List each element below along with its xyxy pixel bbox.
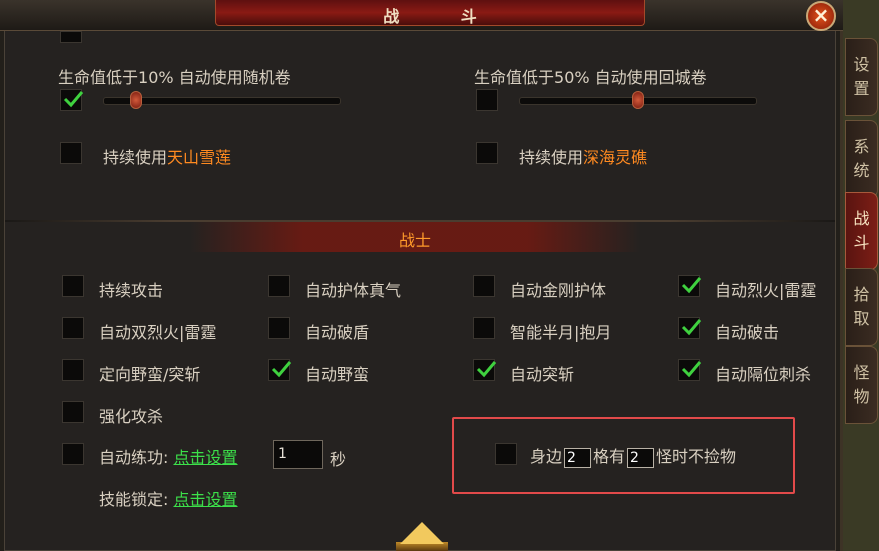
no-pickup-monster-count-input[interactable]: 2 bbox=[627, 447, 655, 468]
slider-knob[interactable] bbox=[632, 91, 644, 109]
warrior-option-checkbox[interactable] bbox=[268, 275, 290, 297]
warrior-option-label: 自动突斩 bbox=[510, 365, 575, 384]
checkmark-icon bbox=[681, 277, 702, 294]
side-tab-label: 拾取 bbox=[853, 285, 870, 328]
side-tab[interactable]: 怪物 bbox=[845, 346, 878, 424]
side-tab[interactable]: 战斗 bbox=[845, 192, 878, 270]
no-pickup-label: 身边 2 格有 2 怪时不捡物 bbox=[530, 447, 737, 468]
warrior-option-checkbox[interactable] bbox=[678, 359, 702, 381]
warrior-option-checkbox[interactable] bbox=[678, 275, 702, 297]
side-tab[interactable]: 拾取 bbox=[845, 268, 878, 346]
hp-return-checkbox[interactable] bbox=[476, 89, 498, 111]
practice-interval-input[interactable]: 1 bbox=[273, 440, 323, 469]
slider-knob[interactable] bbox=[129, 91, 142, 109]
checkmark-icon bbox=[681, 319, 702, 336]
warrior-section-banner: 战士 bbox=[190, 222, 640, 252]
warrior-option-checkbox[interactable] bbox=[473, 275, 495, 297]
warrior-option-label: 持续攻击 bbox=[99, 281, 164, 300]
sea-reishi-label: 持续使用深海灵礁 bbox=[519, 148, 648, 167]
skill-lock-link[interactable]: 点击设置 bbox=[173, 490, 237, 509]
title-banner: 战 斗 bbox=[215, 0, 645, 26]
warrior-option-checkbox[interactable] bbox=[268, 359, 292, 381]
close-button[interactable]: × bbox=[806, 1, 836, 31]
warrior-option-label: 自动破盾 bbox=[305, 323, 370, 342]
side-tab[interactable]: 设置 bbox=[845, 38, 878, 116]
checkmark-icon bbox=[476, 361, 497, 378]
no-pickup-range-input[interactable]: 2 bbox=[564, 447, 592, 468]
warrior-section-title: 战士 bbox=[398, 231, 431, 250]
hp-random-slider[interactable] bbox=[103, 91, 341, 109]
warrior-option-label: 自动护体真气 bbox=[305, 281, 402, 300]
side-tab-label: 系统 bbox=[853, 137, 870, 180]
hp-return-slider[interactable] bbox=[519, 91, 757, 109]
warrior-option-checkbox[interactable] bbox=[268, 317, 290, 339]
warrior-option-checkbox[interactable] bbox=[473, 359, 497, 381]
checkmark-icon bbox=[681, 361, 702, 378]
auto-practice-label: 自动练功: 点击设置 bbox=[99, 448, 238, 467]
warrior-option-label: 强化攻杀 bbox=[99, 407, 164, 426]
hp-random-label: 生命值低于10% 自动使用随机卷 bbox=[58, 68, 291, 87]
skill-lock-label: 技能锁定: 点击设置 bbox=[99, 490, 238, 509]
side-tab-label: 怪物 bbox=[853, 363, 870, 406]
warrior-option-label: 自动隔位刺杀 bbox=[715, 365, 812, 384]
close-icon: × bbox=[812, 3, 830, 27]
checkbox-clipped[interactable] bbox=[60, 31, 82, 43]
snow-lotus-label: 持续使用天山雪莲 bbox=[103, 148, 232, 167]
warrior-option-label: 自动金刚护体 bbox=[510, 281, 607, 300]
warrior-option-label: 自动烈火|雷霆 bbox=[715, 281, 817, 300]
snow-lotus-checkbox[interactable] bbox=[60, 142, 82, 164]
hp-random-checkbox[interactable] bbox=[60, 89, 84, 111]
hp-return-label: 生命值低于50% 自动使用回城卷 bbox=[474, 68, 707, 87]
warrior-option-label: 自动破击 bbox=[715, 323, 780, 342]
warrior-option-checkbox[interactable] bbox=[62, 317, 84, 339]
warrior-option-checkbox[interactable] bbox=[62, 401, 84, 423]
warrior-option-checkbox[interactable] bbox=[62, 359, 84, 381]
checkmark-icon bbox=[63, 91, 84, 108]
sea-reishi-checkbox[interactable] bbox=[476, 142, 498, 164]
warrior-option-label: 自动野蛮 bbox=[305, 365, 370, 384]
warrior-option-checkbox[interactable] bbox=[62, 275, 84, 297]
auto-practice-link[interactable]: 点击设置 bbox=[173, 448, 237, 467]
arrow-up-icon[interactable] bbox=[400, 522, 444, 544]
window-title: 战 斗 bbox=[383, 7, 505, 26]
checkmark-icon bbox=[271, 361, 292, 378]
warrior-option-label: 智能半月|抱月 bbox=[510, 323, 612, 342]
warrior-option-label: 定向野蛮/突斩 bbox=[99, 365, 201, 384]
warrior-option-checkbox[interactable] bbox=[473, 317, 495, 339]
warrior-option-label: 自动双烈火|雷霆 bbox=[99, 323, 217, 342]
practice-interval-unit: 秒 bbox=[330, 450, 347, 469]
title-bar: 战 斗 × bbox=[0, 0, 843, 31]
warrior-option-checkbox[interactable] bbox=[678, 317, 702, 339]
auto-practice-checkbox[interactable] bbox=[62, 443, 84, 465]
side-tab-bar: 设置系统战斗拾取怪物 bbox=[843, 0, 879, 551]
side-tab-label: 战斗 bbox=[853, 209, 870, 252]
side-tab[interactable]: 系统 bbox=[845, 120, 878, 198]
side-tab-label: 设置 bbox=[853, 55, 870, 98]
no-pickup-checkbox[interactable] bbox=[495, 443, 517, 465]
